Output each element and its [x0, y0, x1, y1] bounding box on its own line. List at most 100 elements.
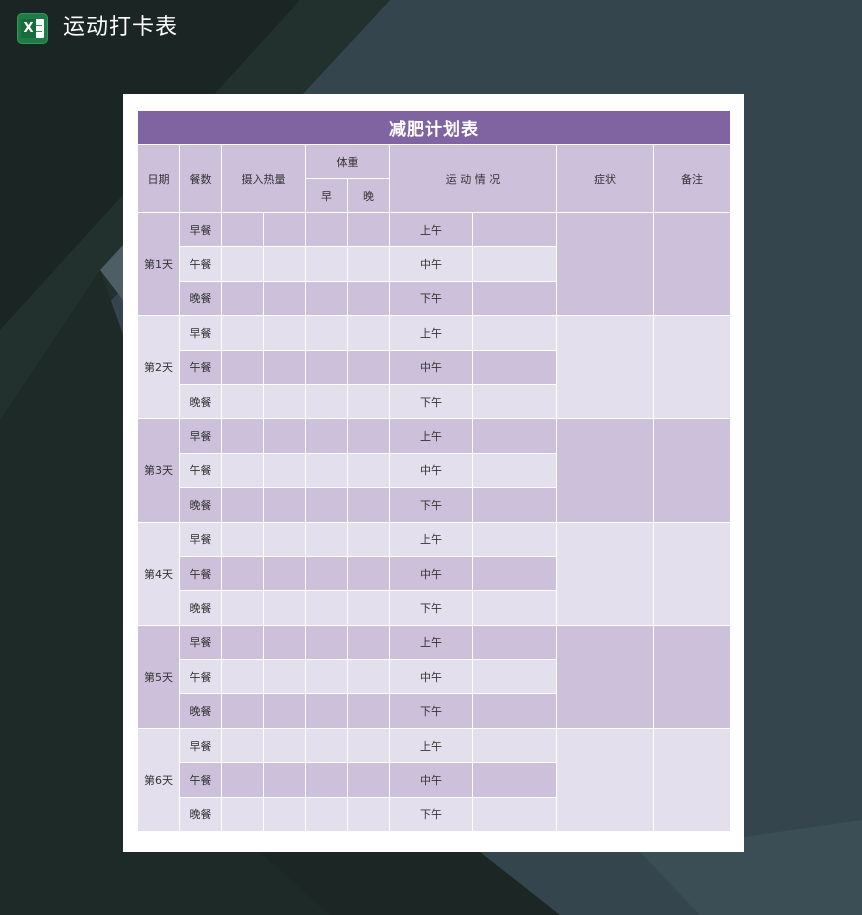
calories-cell-b[interactable]	[263, 418, 306, 454]
weight-morning-cell[interactable]	[305, 659, 348, 695]
weight-morning-cell[interactable]	[305, 452, 348, 489]
exercise-cell[interactable]	[472, 659, 557, 695]
weight-morning-cell[interactable]	[305, 796, 348, 833]
weight-evening-cell[interactable]	[347, 659, 390, 695]
notes-cell[interactable]	[652, 624, 732, 729]
symptoms-cell[interactable]	[556, 521, 654, 626]
calories-cell-a[interactable]	[221, 246, 264, 282]
exercise-cell[interactable]	[472, 555, 557, 592]
calories-cell-b[interactable]	[263, 727, 306, 764]
symptoms-cell[interactable]	[556, 418, 654, 523]
exercise-cell[interactable]	[472, 521, 557, 557]
symptoms-cell[interactable]	[556, 727, 654, 833]
calories-cell-a[interactable]	[221, 624, 264, 661]
symptoms-cell[interactable]	[556, 315, 654, 420]
weight-morning-cell[interactable]	[305, 693, 348, 729]
weight-evening-cell[interactable]	[347, 315, 390, 351]
weight-morning-cell[interactable]	[305, 315, 348, 351]
weight-evening-cell[interactable]	[347, 727, 390, 764]
weight-evening-cell[interactable]	[347, 762, 390, 798]
weight-evening-cell[interactable]	[347, 452, 390, 489]
calories-cell-b[interactable]	[263, 796, 306, 833]
weight-evening-cell[interactable]	[347, 624, 390, 661]
weight-evening-cell[interactable]	[347, 487, 390, 523]
weight-morning-cell[interactable]	[305, 211, 348, 248]
calories-cell-a[interactable]	[221, 418, 264, 454]
weight-morning-cell[interactable]	[305, 349, 348, 385]
calories-cell-b[interactable]	[263, 659, 306, 695]
notes-cell[interactable]	[652, 521, 732, 626]
calories-cell-a[interactable]	[221, 315, 264, 351]
calories-cell-b[interactable]	[263, 211, 306, 248]
calories-cell-a[interactable]	[221, 349, 264, 385]
weight-evening-cell[interactable]	[347, 693, 390, 729]
calories-cell-a[interactable]	[221, 659, 264, 695]
weight-morning-cell[interactable]	[305, 624, 348, 661]
exercise-cell[interactable]	[472, 796, 557, 833]
weight-morning-cell[interactable]	[305, 487, 348, 523]
exercise-cell[interactable]	[472, 727, 557, 764]
weight-evening-cell[interactable]	[347, 796, 390, 833]
weight-evening-cell[interactable]	[347, 349, 390, 385]
calories-cell-a[interactable]	[221, 796, 264, 833]
calories-cell-a[interactable]	[221, 383, 264, 420]
calories-cell-a[interactable]	[221, 521, 264, 557]
calories-cell-a[interactable]	[221, 280, 264, 317]
weight-morning-cell[interactable]	[305, 280, 348, 317]
notes-cell[interactable]	[652, 418, 732, 523]
calories-cell-b[interactable]	[263, 246, 306, 282]
weight-evening-cell[interactable]	[347, 590, 390, 626]
exercise-cell[interactable]	[472, 349, 557, 385]
calories-cell-b[interactable]	[263, 693, 306, 729]
calories-cell-b[interactable]	[263, 383, 306, 420]
exercise-cell[interactable]	[472, 280, 557, 317]
calories-cell-a[interactable]	[221, 762, 264, 798]
weight-morning-cell[interactable]	[305, 555, 348, 592]
calories-cell-a[interactable]	[221, 590, 264, 626]
calories-cell-b[interactable]	[263, 280, 306, 317]
calories-cell-b[interactable]	[263, 349, 306, 385]
weight-evening-cell[interactable]	[347, 383, 390, 420]
weight-evening-cell[interactable]	[347, 246, 390, 282]
weight-morning-cell[interactable]	[305, 590, 348, 626]
exercise-cell[interactable]	[472, 487, 557, 523]
weight-evening-cell[interactable]	[347, 211, 390, 248]
symptoms-cell[interactable]	[556, 211, 654, 317]
weight-evening-cell[interactable]	[347, 280, 390, 317]
exercise-cell[interactable]	[472, 246, 557, 282]
calories-cell-b[interactable]	[263, 521, 306, 557]
calories-cell-a[interactable]	[221, 452, 264, 489]
exercise-cell[interactable]	[472, 211, 557, 248]
calories-cell-a[interactable]	[221, 555, 264, 592]
exercise-cell[interactable]	[472, 383, 557, 420]
exercise-cell[interactable]	[472, 590, 557, 626]
calories-cell-b[interactable]	[263, 452, 306, 489]
weight-morning-cell[interactable]	[305, 383, 348, 420]
notes-cell[interactable]	[652, 315, 732, 420]
calories-cell-a[interactable]	[221, 211, 264, 248]
exercise-cell[interactable]	[472, 418, 557, 454]
weight-evening-cell[interactable]	[347, 418, 390, 454]
calories-cell-b[interactable]	[263, 555, 306, 592]
weight-morning-cell[interactable]	[305, 727, 348, 764]
calories-cell-b[interactable]	[263, 590, 306, 626]
symptoms-cell[interactable]	[556, 624, 654, 729]
exercise-cell[interactable]	[472, 762, 557, 798]
exercise-cell[interactable]	[472, 452, 557, 489]
calories-cell-a[interactable]	[221, 727, 264, 764]
exercise-cell[interactable]	[472, 315, 557, 351]
weight-morning-cell[interactable]	[305, 418, 348, 454]
weight-morning-cell[interactable]	[305, 762, 348, 798]
calories-cell-b[interactable]	[263, 487, 306, 523]
weight-morning-cell[interactable]	[305, 521, 348, 557]
notes-cell[interactable]	[652, 727, 732, 833]
calories-cell-b[interactable]	[263, 624, 306, 661]
calories-cell-a[interactable]	[221, 487, 264, 523]
calories-cell-b[interactable]	[263, 762, 306, 798]
calories-cell-a[interactable]	[221, 693, 264, 729]
weight-evening-cell[interactable]	[347, 555, 390, 592]
weight-morning-cell[interactable]	[305, 246, 348, 282]
weight-evening-cell[interactable]	[347, 521, 390, 557]
exercise-cell[interactable]	[472, 693, 557, 729]
notes-cell[interactable]	[652, 211, 732, 317]
